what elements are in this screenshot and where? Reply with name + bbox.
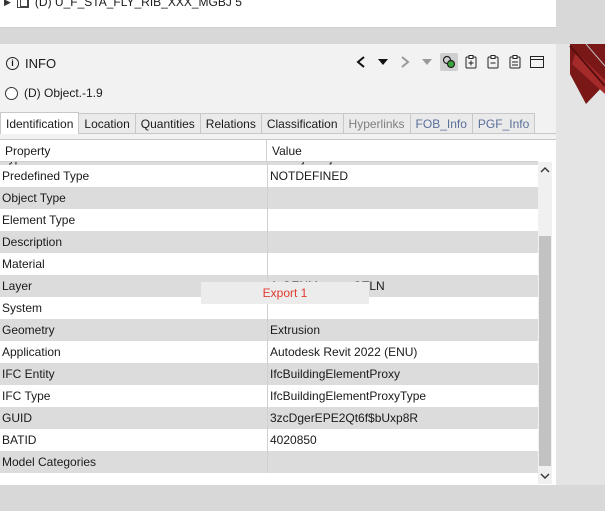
property-value-cell[interactable] <box>267 231 538 253</box>
export-tooltip: Export 1 <box>201 282 369 304</box>
info-panel: i INFO (D) Object.-1.9 Identification Lo… <box>0 44 556 485</box>
tree-item[interactable]: ▶ (D) U_F_STA_FLY_RIB_XXX_MGBJ 5 <box>4 0 242 11</box>
back-chevron-icon[interactable] <box>352 53 370 71</box>
object-radio[interactable] <box>5 86 18 100</box>
link-objects-icon[interactable] <box>440 53 458 71</box>
tab-location[interactable]: Location <box>78 113 136 133</box>
column-header-value[interactable]: Value <box>267 140 538 161</box>
model-tree-panel: ▶ (D) U_F_STA_FLY_RIB_XXX_MGBJ 5 <box>0 0 556 28</box>
selected-object-row[interactable]: (D) Object.-1.9 <box>5 84 103 102</box>
property-name-cell: Application <box>0 341 267 363</box>
property-name-cell: Description <box>0 231 267 253</box>
property-value-cell[interactable]: 4020850 <box>267 429 538 451</box>
remove-from-clipboard-icon[interactable] <box>484 53 502 71</box>
table-row[interactable]: Geometry Extrusion <box>0 319 538 341</box>
scroll-up-icon[interactable] <box>538 162 552 178</box>
column-header-property[interactable]: Property <box>0 140 267 161</box>
scroll-down-icon[interactable] <box>538 468 552 484</box>
window-maximize-icon[interactable] <box>528 53 546 71</box>
info-toolbar <box>352 52 546 72</box>
clipboard-list-icon[interactable] <box>506 53 524 71</box>
table-row[interactable]: Model Categories <box>0 451 538 473</box>
tab-classification[interactable]: Classification <box>260 113 344 133</box>
info-tabs: Identification Location Quantities Relation… <box>0 112 556 134</box>
scroll-thumb[interactable] <box>539 236 551 466</box>
property-name-cell: BATID <box>0 429 267 451</box>
table-row[interactable]: BATID 4020850 <box>0 429 538 451</box>
table-row[interactable]: Description <box>0 231 538 253</box>
property-value-cell[interactable] <box>267 209 538 231</box>
forward-chevron-icon[interactable] <box>396 53 414 71</box>
tab-identification[interactable]: Identification <box>0 112 80 134</box>
property-value-cell[interactable]: IfcBuildingElementProxyType <box>267 385 538 407</box>
property-name-cell: Geometry <box>0 319 267 341</box>
property-value-cell[interactable]: IfcBuildingElementProxy <box>267 363 538 385</box>
table-row[interactable]: GUID 3zcDgerEPE2Qt6f$bUxp8R <box>0 407 538 429</box>
tab-hyperlinks[interactable]: Hyperlinks <box>342 113 411 133</box>
property-name-cell: Model Categories <box>0 451 267 473</box>
vertical-scrollbar[interactable] <box>538 162 552 484</box>
bottom-status-area <box>0 485 605 511</box>
object-node-icon <box>16 0 29 8</box>
property-name-cell: Element Type <box>0 209 267 231</box>
table-row[interactable]: Element Type <box>0 209 538 231</box>
tab-pgf-info[interactable]: PGF_Info <box>471 113 536 133</box>
expand-arrow-icon[interactable]: ▶ <box>4 0 11 8</box>
table-row[interactable]: Predefined Type NOTDEFINED <box>0 165 538 187</box>
add-to-clipboard-icon[interactable] <box>462 53 480 71</box>
3d-viewport[interactable] <box>556 44 605 485</box>
property-name-cell: IFC Type <box>0 385 267 407</box>
property-name-cell: IFC Entity <box>0 363 267 385</box>
info-title: INFO <box>25 55 57 71</box>
property-value-cell[interactable]: Extrusion <box>267 319 538 341</box>
table-row[interactable]: Application Autodesk Revit 2022 (ENU) <box>0 341 538 363</box>
tab-fob-info[interactable]: FOB_Info <box>409 113 473 133</box>
property-name-cell: GUID <box>0 407 267 429</box>
tab-quantities[interactable]: Quantities <box>134 113 201 133</box>
table-row[interactable]: Object Type <box>0 187 538 209</box>
history-dropdown-icon[interactable] <box>374 53 392 71</box>
property-value-cell[interactable] <box>267 187 538 209</box>
property-name-cell: Material <box>0 253 267 275</box>
info-header: i INFO <box>6 54 56 72</box>
table-row[interactable]: IFC Entity IfcBuildingElementProxy <box>0 363 538 385</box>
property-value-cell[interactable] <box>267 253 538 275</box>
grid-header: Property Value <box>0 140 538 162</box>
options-dropdown-icon[interactable] <box>418 53 436 71</box>
property-value-cell[interactable] <box>267 451 538 473</box>
steel-structure-graphic <box>556 44 605 485</box>
tree-item-label: (D) U_F_STA_FLY_RIB_XXX_MGBJ 5 <box>34 0 242 9</box>
properties-grid: Property Value Type NameIsoIasjoff-Ejelk… <box>0 139 556 485</box>
info-icon: i <box>6 56 19 70</box>
property-value-cell[interactable]: NOTDEFINED <box>267 165 538 187</box>
property-value-cell[interactable]: Autodesk Revit 2022 (ENU) <box>267 341 538 363</box>
property-name-cell: Object Type <box>0 187 267 209</box>
object-label: (D) Object.-1.9 <box>24 86 103 100</box>
table-row[interactable]: IFC Type IfcBuildingElementProxyType <box>0 385 538 407</box>
property-name-cell: Predefined Type <box>0 165 267 187</box>
tab-relations[interactable]: Relations <box>199 113 262 133</box>
grid-rows: Type NameIsoIasjoff-Ejelke FIELDE60 VF-3… <box>0 162 538 473</box>
table-row[interactable]: Material <box>0 253 538 275</box>
property-value-cell[interactable]: 3zcDgerEPE2Qt6f$bUxp8R <box>267 407 538 429</box>
